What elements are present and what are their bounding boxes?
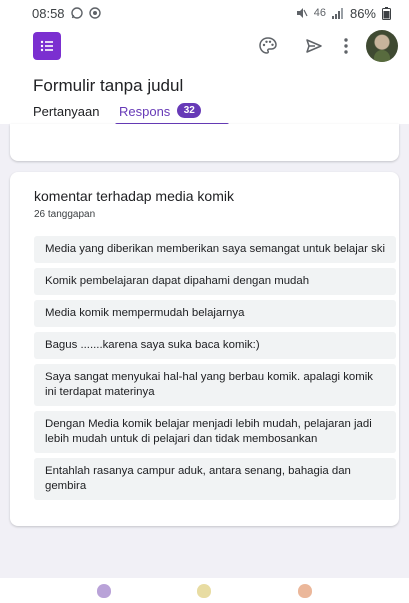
response-item: Dengan Media komik belajar menjadi lebih… [34,411,396,453]
battery-percent: 86% [349,5,376,21]
status-time: 08:58 [32,5,65,21]
bottom-nav [0,578,409,603]
list-icon [40,40,53,52]
signal-label: 46 [313,7,326,19]
response-item: Komik pembelajaran dapat dipahami dengan… [34,268,396,295]
previous-question-card [10,124,399,161]
response-item: Bagus .......karena saya suka baca komik… [34,332,396,359]
response-item: Entahlah rasanya campur aduk, antara sen… [34,458,396,500]
status-left: 08:58 [32,6,101,21]
question-response-card: komentar terhadap media komik 26 tanggap… [10,172,399,526]
forms-logo-icon[interactable] [33,32,61,60]
tab-questions[interactable]: Pertanyaan [33,104,119,124]
status-right: 46 86% [295,6,391,21]
responses-count-badge: 32 [177,103,202,118]
mute-icon [296,8,308,18]
page-title: Formulir tanpa judul [33,76,184,95]
response-item: Media komik mempermudah belajarnya [34,300,396,327]
question-title: komentar terhadap media komik [34,188,234,204]
whatsapp-icon [70,7,83,19]
tab-responses[interactable]: Respons 32 [115,103,229,126]
signal-icon [331,7,343,19]
tab-questions-label: Pertanyaan [33,104,100,119]
response-item: Saya sangat menyukai hal-hal yang berbau… [34,364,396,406]
tab-bar: Pertanyaan Respons 32 [33,103,229,126]
emoji-yellow-icon[interactable] [197,583,212,598]
toolbar [0,26,409,66]
response-item: Media yang diberikan memberikan saya sem… [34,236,396,263]
send-icon[interactable] [302,34,326,58]
response-count: 26 tanggapan [34,209,96,220]
avatar[interactable] [366,30,398,62]
emoji-orange-icon[interactable] [297,583,312,598]
app-header: Formulir tanpa judul Pertanyaan Respons … [0,26,409,126]
status-bar: 08:58 46 86% [0,0,409,26]
palette-icon[interactable] [256,34,280,58]
battery-icon [382,6,391,20]
emoji-purple-icon[interactable] [97,583,112,598]
tab-responses-label: Respons [119,104,171,119]
response-list: Media yang diberikan memberikan saya sem… [34,236,396,500]
more-vert-icon[interactable] [334,34,358,58]
notification-icon [88,7,101,19]
